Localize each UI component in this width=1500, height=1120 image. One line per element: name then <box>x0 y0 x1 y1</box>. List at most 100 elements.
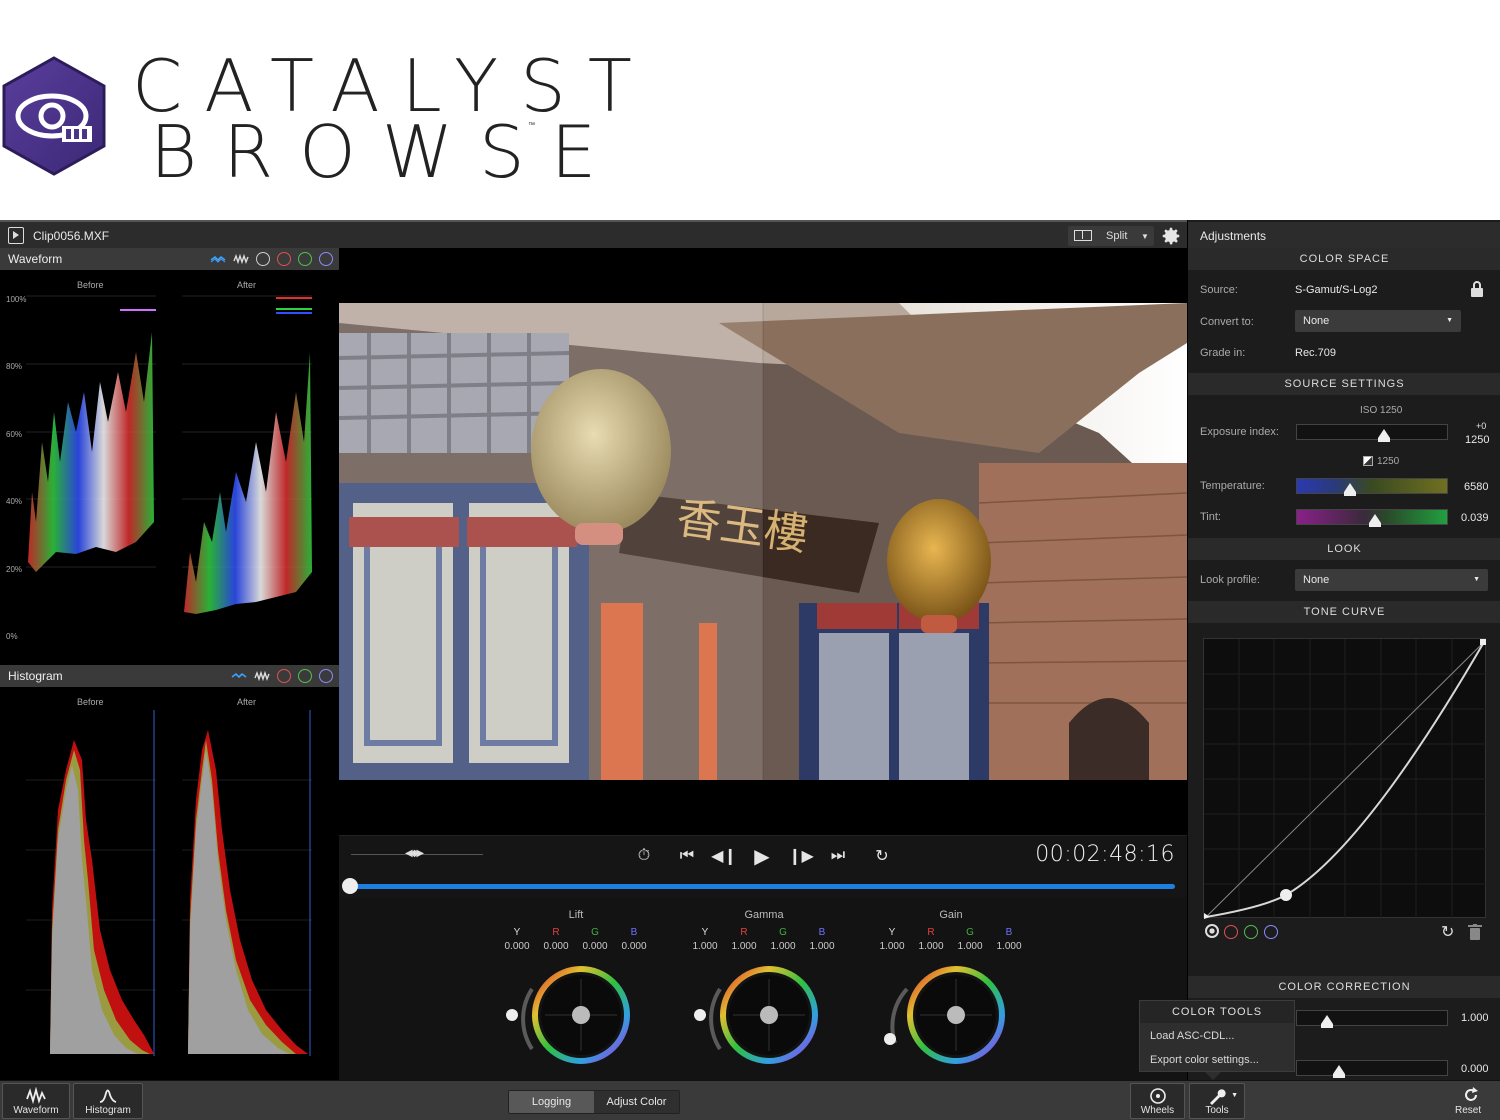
curve-red-toggle[interactable] <box>1224 925 1238 939</box>
tone-curve-editor[interactable] <box>1203 638 1487 919</box>
exposure-index-slider[interactable] <box>1296 424 1448 442</box>
convert-to-dropdown[interactable]: None ▼ <box>1295 310 1461 332</box>
clip-play-icon[interactable] <box>8 227 24 244</box>
curve-endpoint-white[interactable] <box>1480 639 1486 645</box>
gain-r-label: R <box>927 927 935 938</box>
tint-slider[interactable] <box>1296 509 1448 527</box>
red-channel-toggle[interactable] <box>277 669 291 683</box>
lock-icon[interactable] <box>1470 281 1484 297</box>
gain-y-value[interactable]: 1.000 <box>874 941 910 952</box>
tools-button[interactable]: ▼ Tools <box>1189 1083 1245 1119</box>
gamma-title: Gamma <box>744 909 784 921</box>
tone-curve-graph[interactable] <box>1204 639 1487 919</box>
loop-icon[interactable]: ↻ <box>870 846 894 866</box>
color-correction-value-1[interactable]: 1.000 <box>1461 1012 1489 1024</box>
overlay-mode-icon[interactable] <box>231 668 247 684</box>
curve-control-point[interactable] <box>1280 889 1292 901</box>
color-correction-header[interactable]: COLOR CORRECTION <box>1188 976 1500 998</box>
tone-curve-header[interactable]: TONE CURVE <box>1188 601 1500 623</box>
clip-name: Clip0056.MXF <box>33 229 110 243</box>
blue-channel-toggle[interactable] <box>319 669 333 683</box>
exposure-sub-value: 1250 <box>1377 456 1400 467</box>
reset-icon[interactable] <box>1462 1086 1480 1104</box>
lift-g-value[interactable]: 0.000 <box>577 941 613 952</box>
lift-g-label: G <box>591 927 599 938</box>
reset-button-label[interactable]: Reset <box>1455 1105 1481 1116</box>
temperature-slider[interactable] <box>1296 478 1448 496</box>
timeline-track[interactable] <box>349 884 1175 889</box>
gear-icon[interactable] <box>1160 225 1182 247</box>
look-header[interactable]: LOOK <box>1188 538 1500 560</box>
waveform-scale-100: 100% <box>6 295 27 304</box>
wheels-button[interactable]: Wheels <box>1130 1083 1185 1119</box>
gamma-b-value[interactable]: 1.000 <box>804 941 840 952</box>
logging-mode-tab[interactable]: Logging <box>509 1091 594 1113</box>
view-mode-dropdown[interactable]: Split ▼ <box>1068 226 1154 246</box>
waveform-scale-60: 60% <box>6 430 23 439</box>
lift-color-wheel[interactable] <box>506 959 636 1071</box>
green-channel-toggle[interactable] <box>298 252 312 266</box>
color-wheels-panel: Lift Y R G B 0.000 0.000 0.000 0.000 Gam… <box>339 897 1187 1080</box>
load-asc-cdl-item[interactable]: Load ASC-CDL... <box>1150 1030 1234 1042</box>
histogram-toggle-button[interactable]: Histogram <box>73 1083 143 1119</box>
step-back-icon[interactable]: ◀❙ <box>711 846 737 866</box>
gain-g-value[interactable]: 1.000 <box>952 941 988 952</box>
waveform-toggle-button[interactable]: Waveform <box>2 1083 70 1119</box>
look-profile-dropdown[interactable]: None ▼ <box>1295 569 1488 591</box>
curve-luma-toggle[interactable] <box>1205 924 1219 938</box>
timer-icon[interactable]: ⏱ <box>632 846 656 866</box>
parade-mode-icon[interactable] <box>233 251 249 267</box>
gamma-r-label: R <box>740 927 748 938</box>
exposure-value[interactable]: 1250 <box>1465 434 1489 446</box>
gain-b-value[interactable]: 1.000 <box>991 941 1027 952</box>
curve-reset-icon[interactable]: ↻ <box>1441 922 1454 942</box>
color-space-header[interactable]: COLOR SPACE <box>1188 248 1500 270</box>
curve-blue-toggle[interactable] <box>1264 925 1278 939</box>
parade-mode-icon[interactable] <box>254 668 270 684</box>
luma-channel-toggle[interactable] <box>256 252 270 266</box>
curve-green-toggle[interactable] <box>1244 925 1258 939</box>
gain-wheel-group: Gain Y R G B 1.000 1.000 1.000 1.000 <box>876 897 1026 1080</box>
gamma-color-wheel[interactable] <box>694 959 824 1071</box>
temperature-thumb[interactable] <box>1344 483 1356 496</box>
trash-icon[interactable] <box>1468 924 1482 940</box>
gamma-g-value[interactable]: 1.000 <box>765 941 801 952</box>
green-channel-toggle[interactable] <box>298 669 312 683</box>
video-viewer[interactable]: 香玉樓 <box>339 248 1187 835</box>
color-correction-value-2[interactable]: 0.000 <box>1461 1063 1489 1075</box>
color-correction-thumb-1[interactable] <box>1321 1015 1333 1028</box>
lift-y-value[interactable]: 0.000 <box>499 941 535 952</box>
source-settings-header[interactable]: SOURCE SETTINGS <box>1188 373 1500 395</box>
blue-channel-toggle[interactable] <box>319 252 333 266</box>
wheels-button-label: Wheels <box>1140 1105 1175 1116</box>
temperature-value[interactable]: 6580 <box>1464 481 1488 493</box>
playhead-handle[interactable] <box>342 878 358 894</box>
histogram-after-label: After <box>237 697 257 707</box>
lift-b-value[interactable]: 0.000 <box>616 941 652 952</box>
gamma-r-value[interactable]: 1.000 <box>726 941 762 952</box>
video-frame[interactable]: 香玉樓 <box>339 303 1187 780</box>
color-correction-thumb-2[interactable] <box>1333 1065 1345 1078</box>
tint-value[interactable]: 0.039 <box>1461 512 1489 524</box>
color-correction-slider-1[interactable] <box>1296 1010 1448 1028</box>
go-to-end-icon[interactable]: ⏭ <box>826 846 850 866</box>
go-to-start-icon[interactable]: ⏮ <box>675 846 699 866</box>
chevron-down-icon: ▼ <box>1473 576 1480 583</box>
play-icon[interactable]: ▶ <box>750 846 774 868</box>
timeline-scrubber[interactable] <box>339 876 1187 898</box>
overlay-mode-icon[interactable] <box>210 251 226 267</box>
bottom-toolbar: Waveform Histogram Logging Adjust Color … <box>0 1080 1500 1120</box>
exposure-offset: +0 <box>1476 421 1487 431</box>
color-correction-slider-2[interactable] <box>1296 1060 1448 1078</box>
gain-color-wheel[interactable] <box>881 959 1011 1071</box>
step-forward-icon[interactable]: ❙▶ <box>788 846 814 866</box>
red-channel-toggle[interactable] <box>277 252 291 266</box>
export-color-settings-item[interactable]: Export color settings... <box>1150 1054 1259 1066</box>
gain-r-value[interactable]: 1.000 <box>913 941 949 952</box>
jog-shuttle-icon[interactable]: ◀◆▶ <box>405 848 424 859</box>
exposure-index-thumb[interactable] <box>1378 429 1390 442</box>
tint-thumb[interactable] <box>1369 514 1381 527</box>
lift-r-value[interactable]: 0.000 <box>538 941 574 952</box>
gamma-y-value[interactable]: 1.000 <box>687 941 723 952</box>
adjust-color-mode-tab[interactable]: Adjust Color <box>594 1091 679 1113</box>
